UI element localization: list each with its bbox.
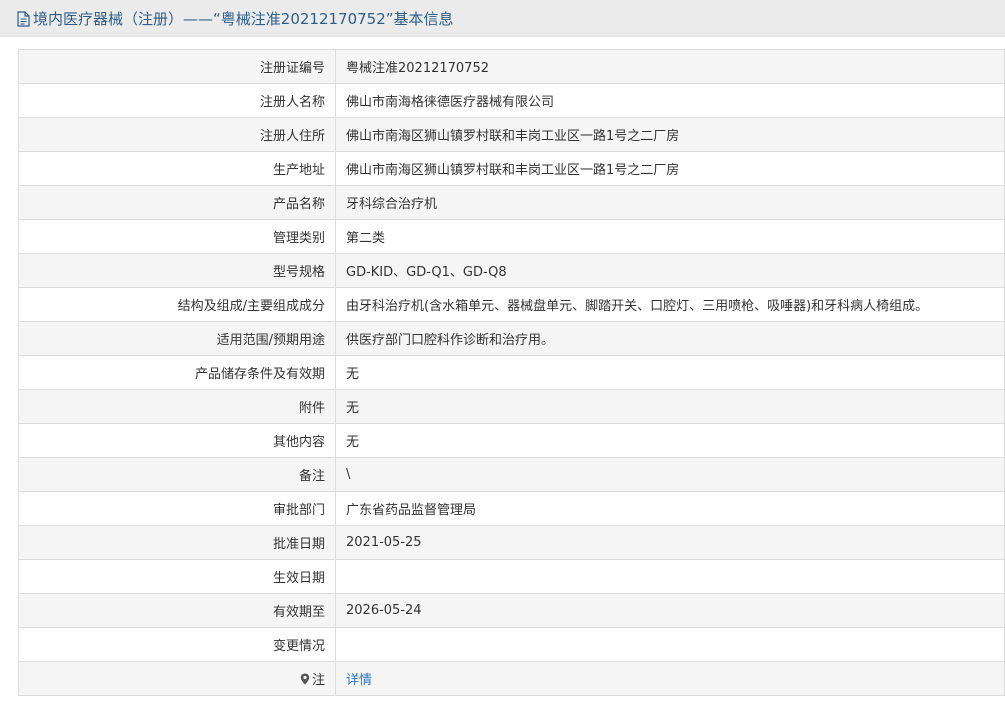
row-label: 结构及组成/主要组成成分 [18,287,336,322]
row-label: 其他内容 [18,423,336,458]
row-label: 审批部门 [18,491,336,526]
row-value: \ [335,457,1005,492]
row-label: 附件 [18,389,336,424]
info-table: 注册证编号 粤械注准20212170752 注册人名称 佛山市南海格徕德医疗器械… [18,49,1005,696]
table-row: 产品名称 牙科综合治疗机 [18,185,1005,220]
row-label: 管理类别 [18,219,336,254]
table-row: 型号规格 GD-KID、GD-Q1、GD-Q8 [18,253,1005,288]
table-row: 批准日期 2021-05-25 [18,525,1005,560]
row-label: 产品储存条件及有效期 [18,355,336,390]
table-row: 生产地址 佛山市南海区狮山镇罗村联和丰岗工业区一路1号之二厂房 [18,151,1005,186]
page-title: 境内医疗器械（注册）——“粤械注准20212170752”基本信息 [33,9,454,28]
note-row: 注 详情 [18,661,1005,696]
info-table-container: 注册证编号 粤械注准20212170752 注册人名称 佛山市南海格徕德医疗器械… [18,49,1005,696]
table-row: 管理类别 第二类 [18,219,1005,254]
table-row: 生效日期 [18,559,1005,594]
row-value: 由牙科治疗机(含水箱单元、器械盘单元、脚踏开关、口腔灯、三用喷枪、吸唾器)和牙科… [335,287,1005,322]
row-value: 第二类 [335,219,1005,254]
row-value: GD-KID、GD-Q1、GD-Q8 [335,253,1005,288]
table-row: 审批部门 广东省药品监督管理局 [18,491,1005,526]
row-value: 佛山市南海格徕德医疗器械有限公司 [335,83,1005,118]
row-label: 生效日期 [18,559,336,594]
row-label: 批准日期 [18,525,336,560]
row-value: 无 [335,423,1005,458]
table-row: 其他内容 无 [18,423,1005,458]
row-value: 粤械注准20212170752 [335,49,1005,84]
note-label-cell: 注 [18,661,336,696]
row-label: 产品名称 [18,185,336,220]
row-value: 牙科综合治疗机 [335,185,1005,220]
table-row: 注册人名称 佛山市南海格徕德医疗器械有限公司 [18,83,1005,118]
table-row: 变更情况 [18,627,1005,662]
table-row: 注册证编号 粤械注准20212170752 [18,49,1005,84]
row-value: 2021-05-25 [335,525,1005,560]
row-label: 注册人名称 [18,83,336,118]
map-pin-icon [300,673,310,685]
row-value: 无 [335,389,1005,424]
row-value: 2026-05-24 [335,593,1005,628]
row-label: 注册证编号 [18,49,336,84]
table-row: 备注 \ [18,457,1005,492]
table-row: 产品储存条件及有效期 无 [18,355,1005,390]
page-header: 境内医疗器械（注册）——“粤械注准20212170752”基本信息 [0,0,1005,37]
row-label: 生产地址 [18,151,336,186]
row-label: 型号规格 [18,253,336,288]
row-value [335,627,1005,662]
details-link[interactable]: 详情 [346,673,372,688]
table-row: 注册人住所 佛山市南海区狮山镇罗村联和丰岗工业区一路1号之二厂房 [18,117,1005,152]
row-label: 备注 [18,457,336,492]
table-row: 适用范围/预期用途 供医疗部门口腔科作诊断和治疗用。 [18,321,1005,356]
row-label: 注册人住所 [18,117,336,152]
row-label: 适用范围/预期用途 [18,321,336,356]
note-value-cell: 详情 [335,661,1005,696]
row-value: 佛山市南海区狮山镇罗村联和丰岗工业区一路1号之二厂房 [335,151,1005,186]
table-row: 有效期至 2026-05-24 [18,593,1005,628]
table-row: 附件 无 [18,389,1005,424]
row-label: 变更情况 [18,627,336,662]
table-row: 结构及组成/主要组成成分 由牙科治疗机(含水箱单元、器械盘单元、脚踏开关、口腔灯… [18,287,1005,322]
row-value: 广东省药品监督管理局 [335,491,1005,526]
row-label: 有效期至 [18,593,336,628]
note-label: 注 [311,673,325,688]
row-value [335,559,1005,594]
row-value: 佛山市南海区狮山镇罗村联和丰岗工业区一路1号之二厂房 [335,117,1005,152]
row-value: 无 [335,355,1005,390]
row-value: 供医疗部门口腔科作诊断和治疗用。 [335,321,1005,356]
document-icon [16,11,31,27]
